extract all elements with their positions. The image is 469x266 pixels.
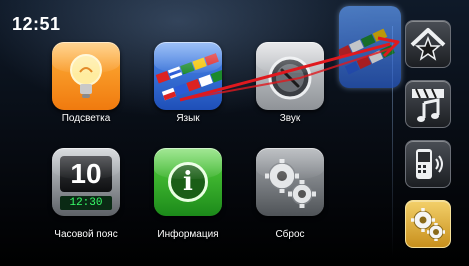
flags-ghost-icon — [339, 28, 395, 75]
tile-timezone[interactable]: 10 12:30 — [52, 148, 120, 216]
phone-icon — [416, 149, 443, 179]
tile-label-info: Информация — [157, 229, 219, 240]
tile-label-timezone: Часовой пояс — [54, 229, 118, 240]
tile-sound[interactable] — [256, 42, 324, 110]
drag-ghost-language-tile — [339, 6, 401, 88]
sidebar-item-home[interactable] — [405, 20, 451, 68]
tile-label-reset: Сброс — [275, 229, 305, 240]
digital-time-display: 12:30 — [60, 196, 112, 210]
tile-info[interactable]: i — [154, 148, 222, 216]
sidebar-item-settings[interactable] — [405, 200, 451, 248]
settings-gears-icon — [411, 208, 445, 241]
tile-backlight[interactable] — [52, 42, 120, 110]
home-star-icon — [410, 28, 446, 61]
media-note-icon — [412, 88, 444, 122]
tile-reset[interactable] — [256, 148, 324, 216]
sidebar — [399, 14, 455, 256]
sidebar-item-media[interactable] — [405, 80, 451, 128]
tile-language[interactable] — [154, 42, 222, 110]
settings-screen: 12:51 Подсветка Язык Звук 12:30 Часовой … — [0, 0, 469, 266]
tile-label-backlight: Подсветка — [61, 113, 111, 124]
status-clock: 12:51 — [12, 14, 61, 34]
sidebar-item-phone[interactable] — [405, 140, 451, 188]
tile-label-language: Язык — [176, 113, 200, 124]
tile-label-sound: Звук — [279, 113, 301, 124]
